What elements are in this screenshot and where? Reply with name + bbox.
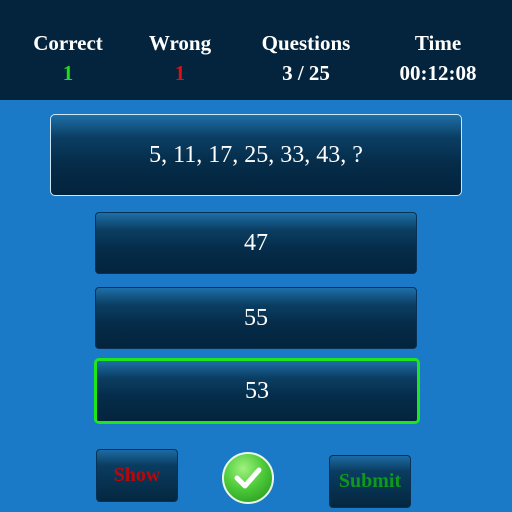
checkmark-glyph bbox=[234, 467, 262, 489]
score-bar: Correct 1 Wrong 1 Questions 3 / 25 Time … bbox=[0, 0, 512, 100]
show-button[interactable]: Show bbox=[96, 449, 178, 502]
wrong-label: Wrong bbox=[148, 31, 212, 55]
question-panel: 5, 11, 17, 25, 33, 43, ? bbox=[50, 114, 462, 196]
answer-option-1[interactable]: 47 bbox=[95, 212, 417, 274]
time-value: 00:12:08 bbox=[399, 61, 477, 85]
question-text: 5, 11, 17, 25, 33, 43, ? bbox=[149, 141, 363, 168]
answer-option-2[interactable]: 55 bbox=[95, 287, 417, 349]
time-stat: Time 00:12:08 bbox=[382, 30, 494, 90]
wrong-count: 1 bbox=[174, 61, 186, 85]
correct-count: 1 bbox=[62, 61, 74, 85]
answer-option-text: 55 bbox=[244, 304, 268, 331]
submit-button[interactable]: Submit bbox=[329, 455, 411, 508]
wrong-stat: Wrong 1 bbox=[130, 30, 230, 90]
show-button-label: Show bbox=[113, 464, 161, 486]
questions-label: Questions bbox=[261, 31, 351, 55]
questions-progress: 3 / 25 bbox=[282, 61, 330, 85]
correct-label: Correct bbox=[33, 31, 103, 55]
answer-option-text: 53 bbox=[245, 377, 269, 404]
submit-button-label: Submit bbox=[338, 470, 402, 492]
correct-stat: Correct 1 bbox=[18, 30, 118, 90]
questions-stat: Questions 3 / 25 bbox=[248, 30, 364, 90]
checkmark-icon[interactable] bbox=[222, 452, 274, 504]
answer-option-text: 47 bbox=[244, 229, 268, 256]
answer-option-3-selected[interactable]: 53 bbox=[94, 358, 420, 424]
time-label: Time bbox=[414, 31, 462, 55]
